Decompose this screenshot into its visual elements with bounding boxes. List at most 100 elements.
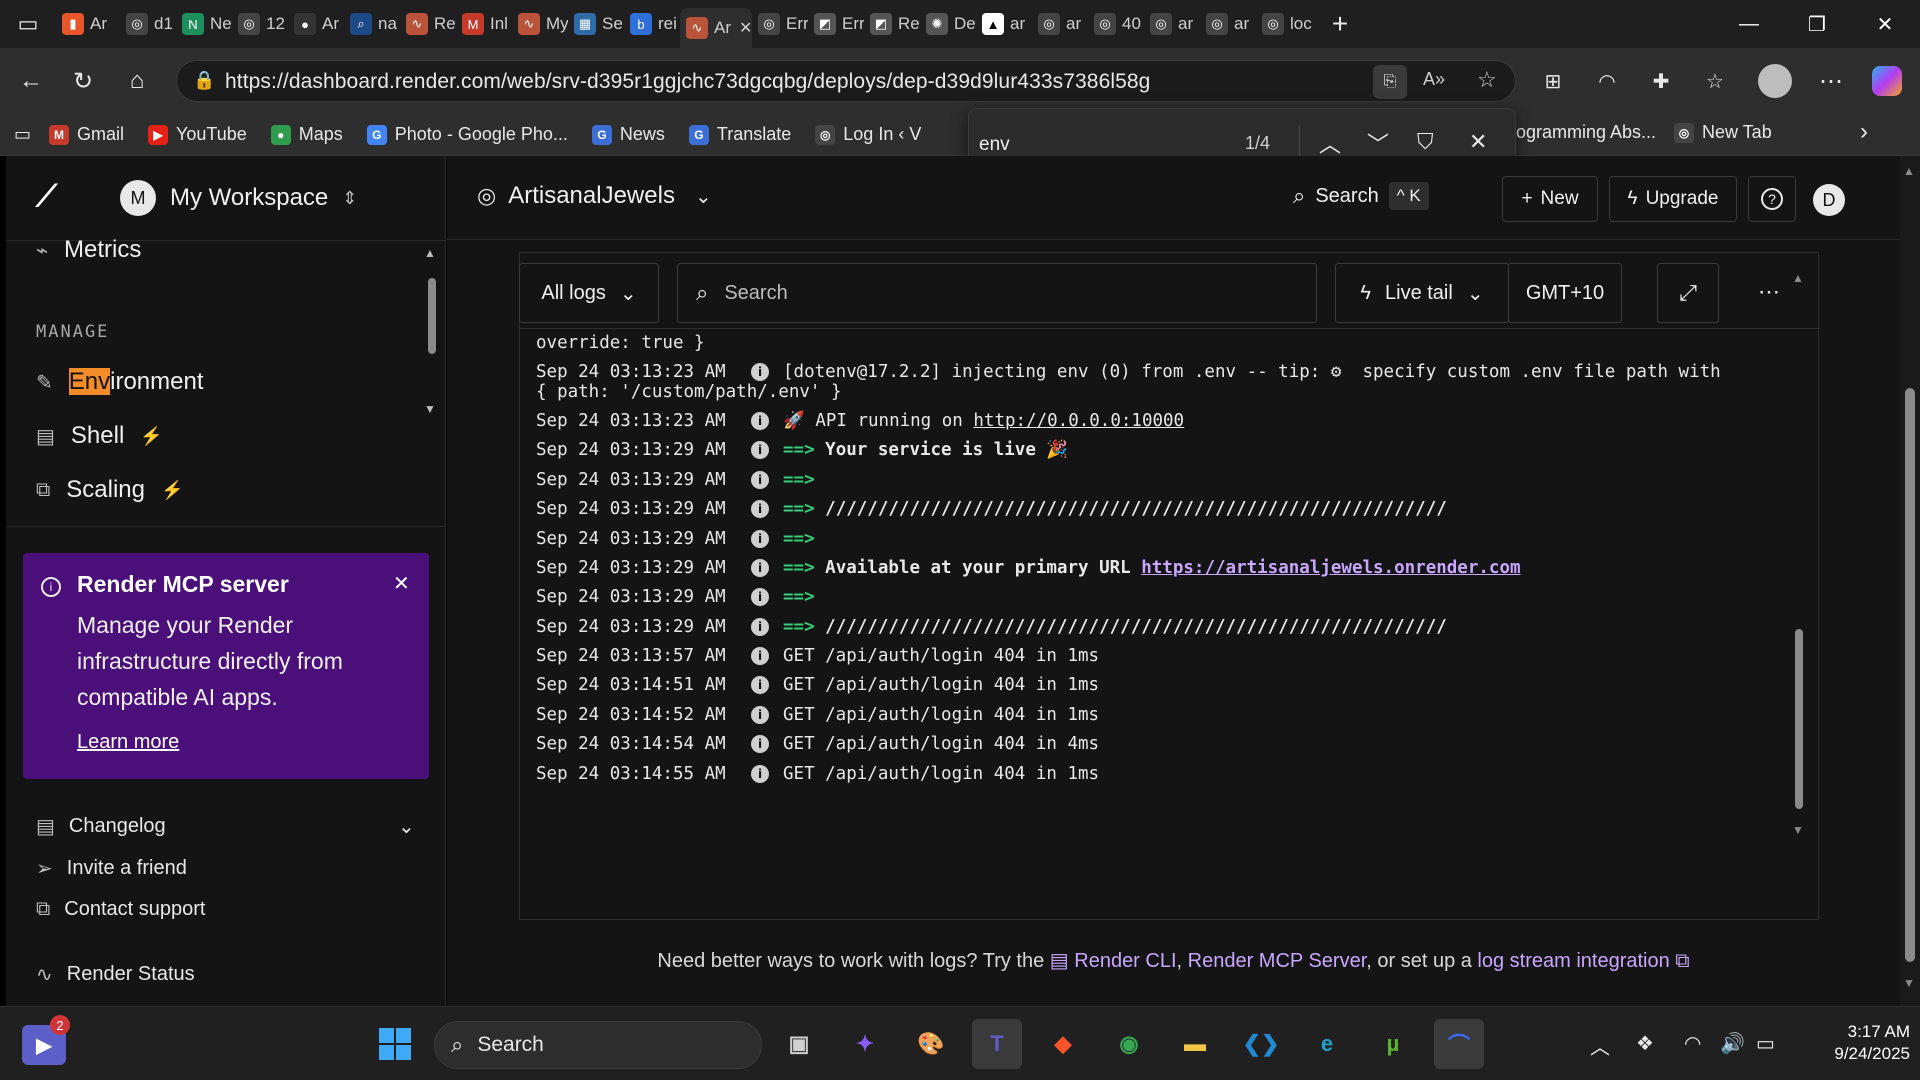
taskbar-search[interactable]: ⌕ Search [434, 1021, 762, 1069]
learn-more-link[interactable]: Learn more [77, 731, 179, 754]
browser-tab[interactable]: ∿ My [512, 6, 568, 42]
browser-tab[interactable]: ⌕ na [344, 6, 400, 42]
browser-tab[interactable]: ◎ ar [1144, 6, 1200, 42]
taskbar-app-copilot[interactable]: ✦ [840, 1019, 890, 1069]
start-button[interactable] [370, 1019, 420, 1069]
chevron-down-icon[interactable]: ⌄ [398, 814, 415, 839]
browser-tab[interactable]: ◎ Err [752, 6, 808, 42]
log-filter-dropdown[interactable]: All logs ⌄ [519, 263, 659, 323]
invite-friend-item[interactable]: ➢ Invite a friend [36, 856, 187, 881]
favorites-icon[interactable]: ☆ [1692, 58, 1738, 104]
sidebar-item-environment[interactable]: ✎ Environment [36, 368, 204, 396]
scroll-down-arrow-icon[interactable]: ▼ [1903, 976, 1915, 990]
taskbar-app-chrome[interactable]: ◉ [1104, 1019, 1154, 1069]
bookmark-item[interactable]: M Gmail [49, 124, 124, 145]
project-switcher[interactable]: ◎ ArtisanalJewels ⌄ [477, 182, 712, 210]
performance-icon[interactable]: ◠ [1584, 58, 1630, 104]
browser-tab[interactable]: M Inl [456, 6, 512, 42]
refresh-button[interactable]: ↻ [60, 58, 106, 104]
bookmark-item[interactable]: ● Maps [270, 124, 343, 145]
taskbar-app-arc[interactable]: ⌒ [1434, 1019, 1484, 1069]
home-button[interactable]: ⌂ [114, 58, 160, 104]
copilot-icon[interactable] [1864, 58, 1910, 104]
scroll-down-arrow-icon[interactable]: ▼ [1792, 823, 1804, 837]
global-search-button[interactable]: ⌕ Search ^ K [1293, 182, 1429, 210]
translate-icon[interactable]: ⎘ [1373, 65, 1407, 99]
find-previous-chevron-up-icon[interactable]: ︿ [1319, 127, 1341, 159]
scroll-up-arrow-icon[interactable]: ▲ [1903, 164, 1915, 178]
bookmark-item[interactable]: G News [591, 124, 665, 145]
render-mcp-link[interactable]: Render MCP Server [1188, 950, 1367, 972]
system-clock[interactable]: 3:17 AM 9/24/2025 [1800, 1021, 1910, 1065]
page-scrollbar[interactable]: ▲ ▼ [1900, 156, 1920, 1006]
scroll-thumb[interactable] [1795, 629, 1803, 809]
find-next-chevron-down-icon[interactable]: ﹀ [1367, 127, 1389, 159]
close-icon[interactable]: ✕ [393, 571, 410, 596]
log-scrollbar[interactable]: ▲ ▼ [1792, 271, 1804, 837]
find-close-icon[interactable]: ✕ [1469, 129, 1487, 155]
taskbar-app-brave[interactable]: ◆ [1038, 1019, 1088, 1069]
browser-tab[interactable]: ▮ Ar [56, 6, 120, 42]
browser-tab[interactable]: ◎ ar [1032, 6, 1088, 42]
taskbar-app-teams[interactable]: T [972, 1019, 1022, 1069]
browser-tab[interactable]: ◎ loc [1256, 6, 1312, 42]
new-tab-button[interactable]: + [1320, 4, 1360, 44]
reading-list-icon[interactable]: ▭ [14, 124, 31, 145]
browser-tab[interactable]: ● Ar [288, 6, 344, 42]
extensions-icon[interactable]: ✚ [1638, 58, 1684, 104]
browser-tab[interactable]: ◩ Err [808, 6, 864, 42]
bookmark-item[interactable]: G Photo - Google Pho... [366, 124, 568, 145]
sidebar-scrollbar[interactable]: ▲ ▼ [424, 246, 440, 422]
log-url-link[interactable]: http://0.0.0.0:10000 [973, 411, 1184, 431]
sidebar-item-shell[interactable]: ▤ Shell ⚡ [36, 422, 163, 450]
log-search-input[interactable]: ⌕ Search [677, 263, 1317, 323]
browser-tab[interactable]: ◎ 40 [1088, 6, 1144, 42]
changelog-item[interactable]: ▤ Changelog [36, 814, 166, 839]
browser-tab[interactable]: ◎ d1 [120, 6, 176, 42]
find-filter-icon[interactable]: ⛉ [1417, 129, 1434, 155]
help-button[interactable]: ? [1748, 176, 1796, 222]
render-cli-link[interactable]: Render CLI [1074, 950, 1176, 972]
minimize-button[interactable]: — [1714, 0, 1784, 48]
more-menu-icon[interactable]: ⋯ [1808, 58, 1854, 104]
scroll-thumb[interactable] [1905, 388, 1915, 962]
browser-tab[interactable]: b rei [624, 6, 680, 42]
scroll-up-arrow-icon[interactable]: ▲ [1792, 271, 1804, 285]
user-avatar[interactable]: D [1813, 184, 1845, 216]
browser-tab[interactable]: N Ne [176, 6, 232, 42]
scroll-thumb[interactable] [428, 278, 436, 354]
tab-actions-icon[interactable]: ▭ [0, 0, 56, 48]
browser-tab[interactable]: ▲ ar [976, 6, 1032, 42]
dropbox-tray-icon[interactable]: ❖ [1636, 1031, 1654, 1056]
bookmarks-overflow-chevron-icon[interactable]: › [1860, 118, 1868, 146]
browser-tab[interactable]: ▦ Se [568, 6, 624, 42]
contact-support-item[interactable]: ⧉ Contact support [36, 898, 205, 921]
bookmark-item-programming[interactable]: ogramming Abs... [1516, 122, 1656, 143]
upgrade-button[interactable]: ϟ Upgrade [1609, 176, 1737, 222]
timezone-button[interactable]: GMT+10 [1508, 263, 1622, 323]
split-screen-icon[interactable]: ⊞ [1530, 58, 1576, 104]
site-info-icon[interactable]: 🔒 [193, 70, 215, 91]
favorite-star-icon[interactable]: ☆ [1477, 67, 1497, 93]
log-stream-link[interactable]: log stream integration [1477, 950, 1669, 972]
more-options-icon[interactable]: ⋯ [1758, 279, 1780, 305]
restore-button[interactable]: ❐ [1782, 0, 1852, 48]
close-window-button[interactable]: ✕ [1850, 0, 1920, 48]
taskbar-app-explorer[interactable]: ▬ [1170, 1019, 1220, 1069]
taskbar-app-vscode[interactable]: ❮❯ [1236, 1019, 1286, 1069]
browser-tab[interactable]: ◩ Re [864, 6, 920, 42]
close-tab-icon[interactable]: ✕ [739, 18, 752, 38]
live-tail-dropdown[interactable]: ϟ Live tail ⌄ [1335, 263, 1509, 323]
bookmark-item[interactable]: ◎ Log In ‹ V [815, 124, 921, 145]
bookmark-item-new-tab[interactable]: ◎ New Tab [1674, 122, 1772, 143]
back-button[interactable]: ← [8, 58, 54, 104]
sidebar-item-metrics[interactable]: ⌁ Metrics [36, 236, 141, 264]
read-aloud-icon[interactable]: A» [1423, 69, 1445, 90]
taskbar-app-taskview[interactable]: ▣ [774, 1019, 824, 1069]
taskbar-app-paint[interactable]: 🎨 [906, 1019, 956, 1069]
address-bar[interactable]: 🔒 https://dashboard.render.com/web/srv-d… [176, 60, 1516, 102]
bookmark-item[interactable]: G Translate [688, 124, 791, 145]
workspace-switcher[interactable]: M My Workspace ⇕ [120, 180, 357, 216]
browser-tab[interactable]: ✺ De [920, 6, 976, 42]
browser-tab[interactable]: ◎ 12 [232, 6, 288, 42]
